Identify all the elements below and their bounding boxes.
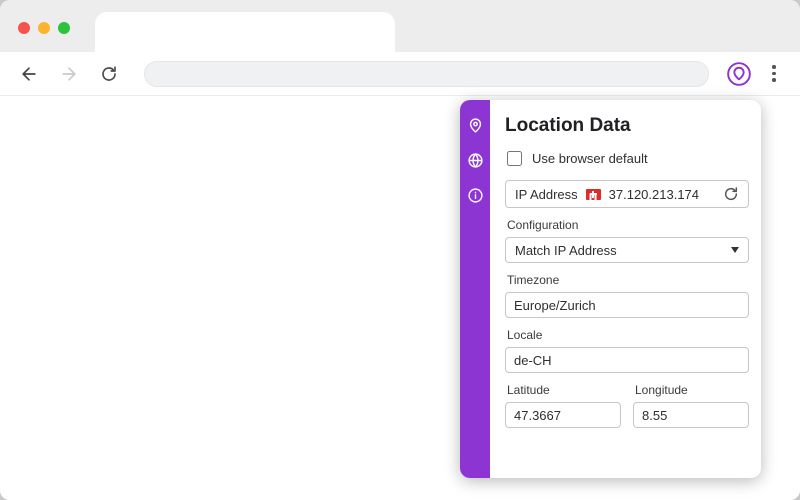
- traffic-lights: [18, 22, 70, 34]
- panel-title: Location Data: [505, 115, 631, 136]
- browser-toolbar: [0, 52, 800, 96]
- minimize-button[interactable]: [38, 22, 50, 34]
- kebab-dot: [772, 65, 776, 69]
- configuration-label: Configuration: [507, 218, 579, 232]
- timezone-input[interactable]: [505, 292, 749, 318]
- locale-label: Locale: [507, 328, 543, 342]
- extension-button[interactable]: [725, 60, 753, 88]
- configuration-select[interactable]: Match IP Address: [505, 237, 749, 263]
- refresh-icon: [724, 187, 738, 201]
- chevron-down-icon: [731, 247, 739, 253]
- latitude-input[interactable]: [505, 402, 621, 428]
- use-browser-default-label: Use browser default: [532, 151, 648, 166]
- forward-arrow-icon: [62, 66, 76, 81]
- location-pin-icon[interactable]: [466, 116, 484, 134]
- use-browser-default-row: Use browser default: [507, 151, 749, 166]
- ip-address-label: IP Address: [515, 186, 578, 202]
- close-button[interactable]: [18, 22, 30, 34]
- ip-address-value: 37.120.213.174: [608, 186, 700, 202]
- panel-body: Location Data Use browser default IP Add…: [490, 100, 761, 478]
- zoom-button[interactable]: [58, 22, 70, 34]
- longitude-input[interactable]: [633, 402, 749, 428]
- back-arrow-icon: [22, 66, 36, 81]
- ip-address-field: IP Address 37.120.213.174: [505, 180, 749, 208]
- globe-icon[interactable]: [466, 151, 484, 169]
- location-panel: Location Data Use browser default IP Add…: [460, 100, 761, 478]
- info-icon[interactable]: [466, 186, 484, 204]
- tab-strip: [0, 0, 800, 52]
- location-extension-icon: [727, 61, 751, 86]
- page-content: Location Data Use browser default IP Add…: [0, 96, 800, 500]
- forward-button[interactable]: [56, 61, 82, 87]
- back-button[interactable]: [16, 61, 42, 87]
- locale-input[interactable]: [505, 347, 749, 373]
- kebab-dot: [772, 71, 776, 76]
- timezone-label: Timezone: [507, 273, 560, 287]
- coordinates-row: Latitude Longitude: [505, 373, 749, 428]
- browser-tab[interactable]: [95, 12, 395, 52]
- panel-sidebar: [460, 100, 490, 478]
- browser-window: Location Data Use browser default IP Add…: [0, 0, 800, 500]
- url-bar[interactable]: [144, 60, 709, 87]
- use-browser-default-checkbox[interactable]: [507, 151, 522, 166]
- kebab-dot: [772, 78, 776, 82]
- reload-button[interactable]: [96, 61, 122, 87]
- reload-icon: [102, 65, 116, 81]
- configuration-value: Match IP Address: [515, 242, 617, 258]
- refresh-ip-button[interactable]: [723, 186, 739, 202]
- longitude-label: Longitude: [635, 383, 688, 397]
- menu-button[interactable]: [763, 60, 785, 88]
- swiss-flag-icon: [585, 188, 601, 200]
- latitude-label: Latitude: [507, 383, 550, 397]
